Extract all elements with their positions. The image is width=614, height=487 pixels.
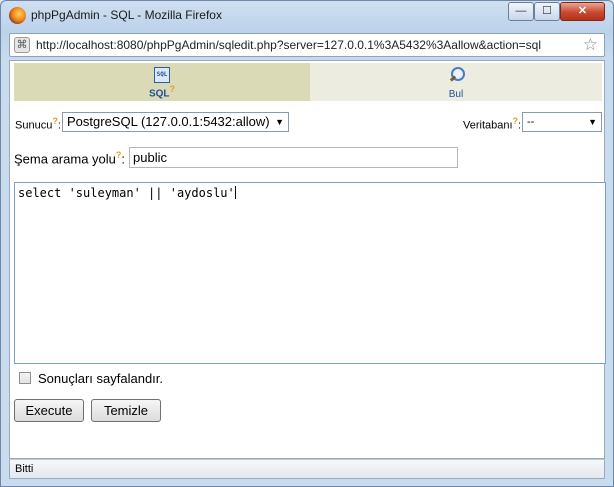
bookmark-star-icon[interactable]: ☆: [583, 35, 598, 55]
reset-button[interactable]: Temizle: [91, 399, 161, 422]
dropdown-arrow-icon: ▼: [588, 117, 597, 127]
database-label: Veritabanı?:: [463, 116, 522, 132]
title-bar[interactable]: phpPgAdmin - SQL - Mozilla Firefox — ☐ ✕: [1, 1, 613, 31]
database-select[interactable]: -- ▼: [522, 112, 602, 132]
tab-sql-label: SQL?: [148, 84, 176, 100]
close-button[interactable]: ✕: [560, 2, 605, 21]
address-bar[interactable]: ⌘ http://localhost:8080/phpPgAdmin/sqled…: [9, 33, 605, 57]
status-bar: Bitti: [9, 459, 605, 479]
paginate-results-label[interactable]: Sonuçları sayfalandır.: [38, 371, 163, 386]
site-identity-icon[interactable]: ⌘: [14, 37, 30, 53]
url-text[interactable]: http://localhost:8080/phpPgAdmin/sqledit…: [36, 38, 541, 52]
tab-find[interactable]: Bul: [310, 63, 602, 101]
tab-sql[interactable]: SQL SQL?: [14, 63, 310, 101]
tab-bar: SQL SQL? Bul: [14, 63, 602, 101]
server-select-value: PostgreSQL (127.0.0.1:5432:allow): [67, 114, 270, 129]
browser-window: phpPgAdmin - SQL - Mozilla Firefox — ☐ ✕…: [0, 0, 614, 487]
maximize-button[interactable]: ☐: [534, 2, 560, 21]
paginate-results-checkbox[interactable]: [19, 372, 31, 384]
schema-search-path-input[interactable]: public: [129, 147, 458, 168]
tab-find-label: Bul: [448, 89, 464, 100]
dropdown-arrow-icon: ▼: [275, 117, 284, 127]
page-content: SQL SQL? Bul Sunucu?: PostgreSQL (127.0.…: [9, 60, 606, 459]
execute-button[interactable]: Execute: [14, 399, 84, 422]
server-select[interactable]: PostgreSQL (127.0.0.1:5432:allow) ▼: [62, 112, 289, 132]
schema-search-path-label: Şema arama yolu?:: [14, 150, 126, 167]
firefox-icon: [9, 7, 26, 24]
server-label: Sunucu?:: [15, 116, 61, 132]
sql-query-text: select 'suleyman' || 'aydoslu': [18, 186, 235, 200]
database-select-value: --: [527, 116, 535, 128]
status-text: Bitti: [15, 463, 34, 475]
magnifier-icon: [448, 67, 465, 83]
sql-query-textarea[interactable]: select 'suleyman' || 'aydoslu': [14, 182, 606, 364]
minimize-button[interactable]: —: [508, 2, 534, 21]
text-cursor: [234, 186, 236, 199]
sql-icon: SQL: [154, 67, 170, 83]
window-title: phpPgAdmin - SQL - Mozilla Firefox: [31, 8, 222, 22]
help-icon[interactable]: ?: [170, 84, 176, 94]
